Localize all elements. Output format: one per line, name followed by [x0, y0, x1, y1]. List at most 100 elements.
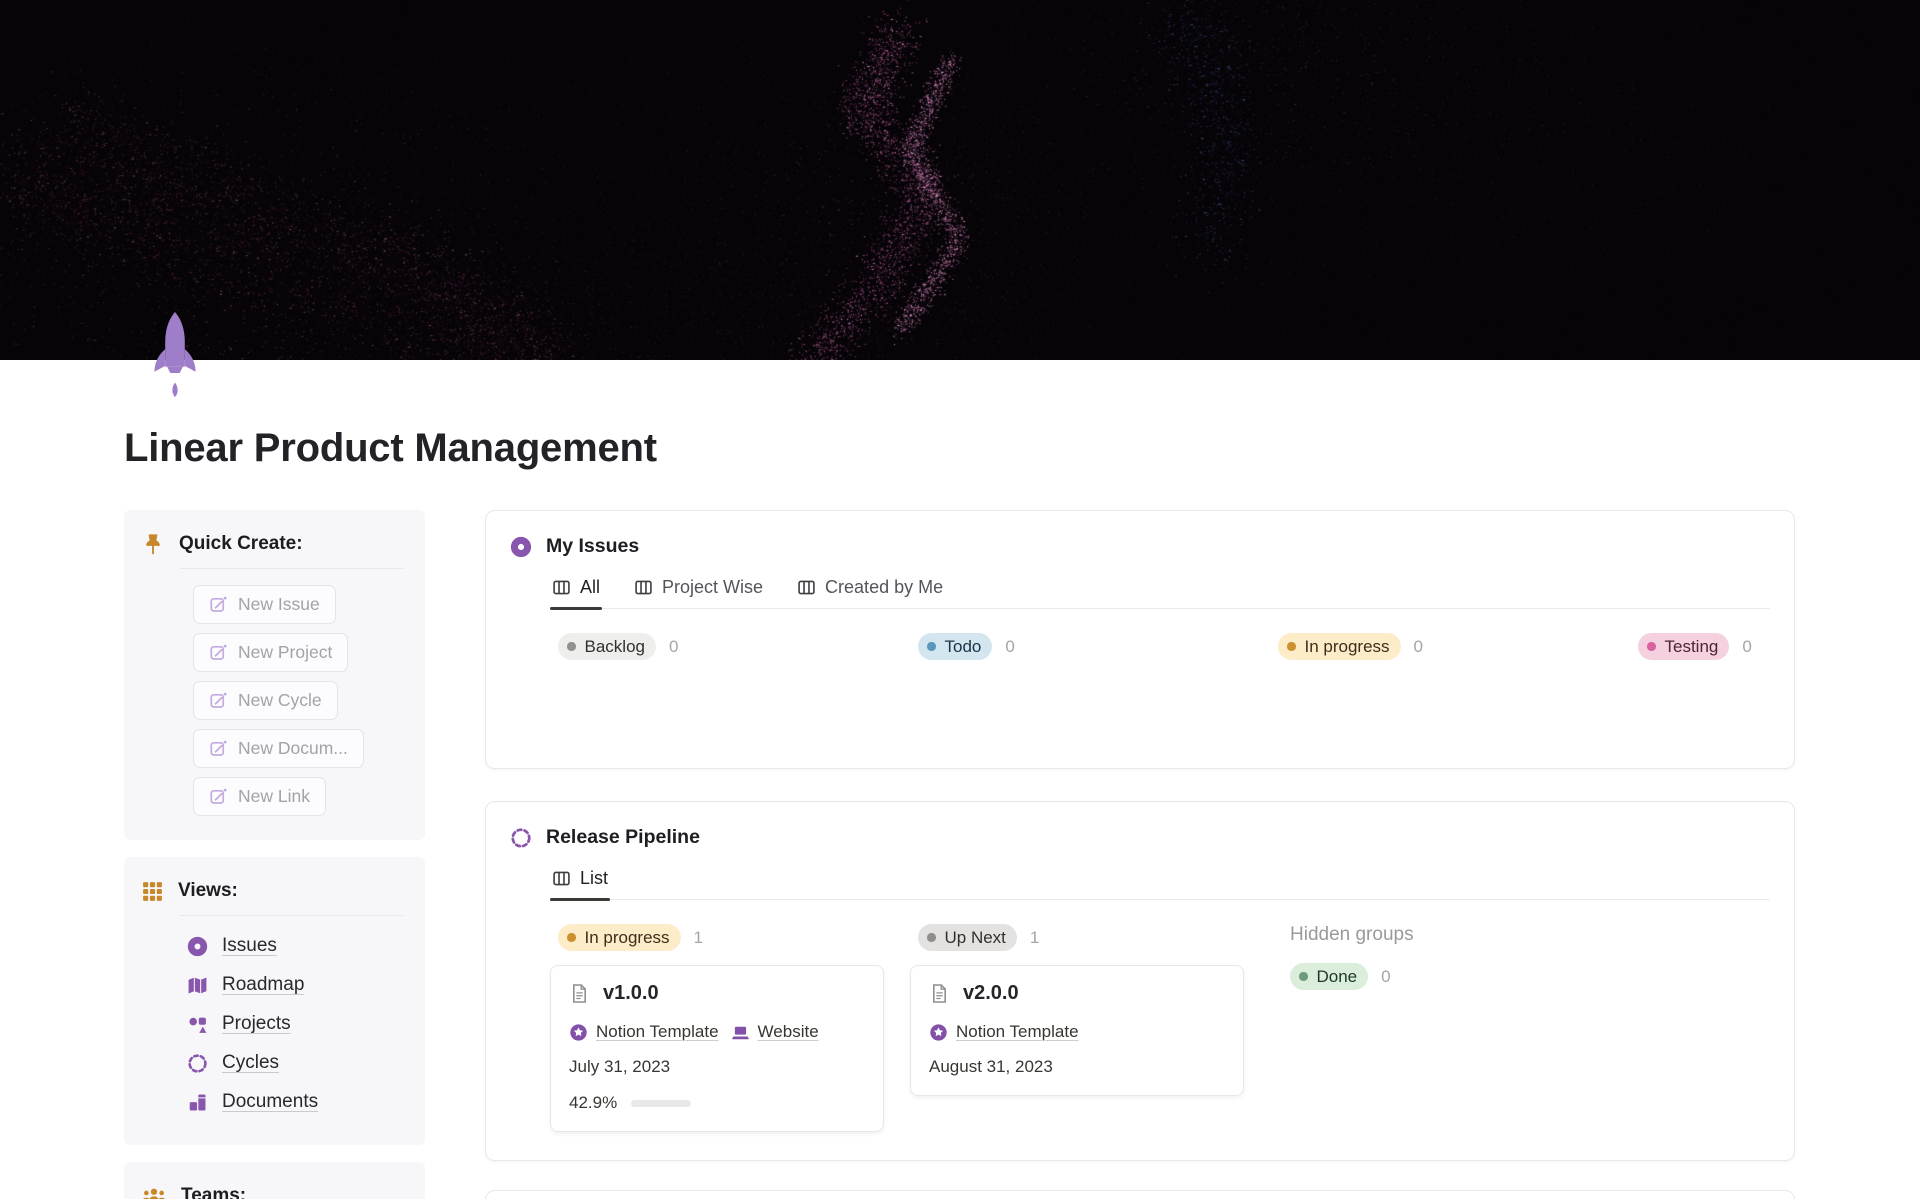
status-badge-up-next[interactable]: Up Next [918, 924, 1017, 951]
my-issues-board-groups: Backlog 0 Todo 0 In progress 0 Testing 0 [550, 633, 1770, 660]
tab-label: Created by Me [825, 577, 944, 597]
new-link-button[interactable]: New Link [193, 777, 326, 816]
hidden-groups-toggle[interactable]: Hidden groups [1290, 924, 1414, 946]
button-label: New Project [238, 642, 333, 662]
donut-icon [510, 536, 532, 558]
grid-icon [142, 881, 163, 902]
status-label: In progress [584, 927, 670, 947]
release-pipeline-card: Release Pipeline List In progress 1 v1.0… [485, 801, 1795, 1161]
release-pipeline-groups: In progress 1 v1.0.0 Notion Template Web… [550, 924, 1770, 1132]
divider [180, 915, 403, 916]
tab-all[interactable]: All [550, 571, 603, 610]
page-icon [569, 983, 590, 1004]
new-project-button[interactable]: New Project [193, 633, 349, 672]
link-label: Notion Template [596, 1022, 719, 1041]
rocket-icon[interactable] [148, 310, 202, 404]
page-icon [929, 983, 950, 1004]
people-icon [142, 1187, 166, 1199]
group-count: 1 [693, 927, 704, 947]
teams-heading: Teams: [181, 1185, 247, 1199]
board-view-icon [634, 578, 653, 597]
status-dot [1299, 972, 1308, 981]
status-badge-in-progress[interactable]: In progress [1278, 633, 1401, 660]
dashed-circle-icon [187, 1053, 208, 1074]
view-link-label: Cycles [222, 1052, 280, 1073]
next-card-partial [485, 1190, 1795, 1199]
compose-icon [209, 643, 228, 662]
status-badge-backlog[interactable]: Backlog [558, 633, 656, 660]
new-cycle-button[interactable]: New Cycle [193, 681, 338, 720]
button-label: New Link [238, 786, 310, 806]
pipeline-column-in-progress: In progress 1 v1.0.0 Notion Template Web… [550, 924, 910, 1132]
status-label: Backlog [584, 636, 645, 656]
new-document-button[interactable]: New Docum... [193, 729, 364, 768]
shapes-icon [187, 1014, 208, 1035]
sidebar-item-projects[interactable]: Projects [187, 1013, 405, 1035]
release-card-v1[interactable]: v1.0.0 Notion Template Website July 31, … [550, 965, 884, 1132]
view-link-label: Documents [222, 1091, 319, 1112]
notion-page: Linear Product Management Quick Create: … [0, 0, 1920, 1199]
sidebar-item-issues[interactable]: Issues [187, 935, 405, 957]
group-count: 0 [1381, 966, 1391, 986]
notion-template-link[interactable]: Notion Template [929, 1022, 1079, 1042]
views-block: Views: Issues Roadmap Projects Cycles Do… [124, 857, 425, 1145]
tab-label: Project Wise [662, 577, 764, 597]
release-card-v2[interactable]: v2.0.0 Notion Template August 31, 2023 [910, 965, 1244, 1096]
link-label: Website [757, 1022, 819, 1041]
status-label: Done [1316, 966, 1358, 986]
tab-label: List [580, 868, 609, 888]
donut-icon [187, 936, 208, 957]
pipeline-hidden-groups: Hidden groups Done 0 [1288, 924, 1414, 990]
status-dot [927, 933, 936, 942]
group-count: 0 [1005, 636, 1015, 656]
board-column-testing: Testing 0 [1630, 633, 1794, 660]
status-label: Testing [1664, 636, 1719, 656]
release-pipeline-title: Release Pipeline [546, 826, 700, 848]
tab-project-wise[interactable]: Project Wise [632, 571, 765, 608]
status-dot [567, 933, 576, 942]
compose-icon [209, 595, 228, 614]
release-title[interactable]: v1.0.0 [603, 982, 659, 1005]
view-link-label: Issues [222, 935, 277, 956]
sidebar-item-cycles[interactable]: Cycles [187, 1052, 405, 1074]
release-title[interactable]: v2.0.0 [963, 982, 1019, 1005]
group-count: 0 [668, 636, 679, 656]
tab-created-by-me[interactable]: Created by Me [795, 571, 945, 608]
my-issues-tabs: All Project Wise Created by Me [550, 571, 1770, 610]
board-view-icon [552, 578, 571, 597]
status-label: Up Next [944, 927, 1006, 947]
sidebar-item-documents[interactable]: Documents [187, 1091, 405, 1113]
button-label: New Issue [238, 594, 320, 614]
link-label: Notion Template [956, 1022, 1079, 1041]
divider [180, 568, 403, 569]
map-icon [187, 975, 208, 996]
status-badge-testing[interactable]: Testing [1638, 633, 1730, 660]
view-link-label: Roadmap [222, 974, 305, 995]
release-pipeline-tabs: List [550, 862, 1770, 901]
compose-icon [209, 691, 228, 710]
view-link-label: Projects [222, 1013, 291, 1034]
status-label: Todo [944, 636, 982, 656]
status-badge-in-progress[interactable]: In progress [558, 924, 681, 951]
progress-label: 42.9% [569, 1093, 618, 1112]
notion-template-link[interactable]: Notion Template [569, 1022, 719, 1042]
books-icon [187, 1092, 208, 1113]
sidebar-item-roadmap[interactable]: Roadmap [187, 974, 405, 996]
status-dot [1287, 642, 1296, 651]
website-link[interactable]: Website [731, 1022, 819, 1042]
new-issue-button[interactable]: New Issue [193, 585, 336, 624]
quick-create-block: Quick Create: New Issue New Project New … [124, 510, 425, 840]
board-view-icon [797, 578, 816, 597]
tab-list[interactable]: List [550, 862, 611, 901]
notion-star-icon [929, 1023, 948, 1042]
group-count: 0 [1413, 636, 1424, 656]
sidebar: Quick Create: New Issue New Project New … [124, 510, 425, 1199]
main-content: My Issues All Project Wise Created by Me [485, 510, 1795, 1199]
progress-bar [631, 1099, 692, 1107]
status-badge-done[interactable]: Done [1290, 963, 1369, 990]
status-badge-todo[interactable]: Todo [918, 633, 993, 660]
my-issues-card: My Issues All Project Wise Created by Me [485, 510, 1795, 769]
status-dot [567, 642, 576, 651]
group-count: 1 [1029, 927, 1040, 947]
status-dot [927, 642, 936, 651]
